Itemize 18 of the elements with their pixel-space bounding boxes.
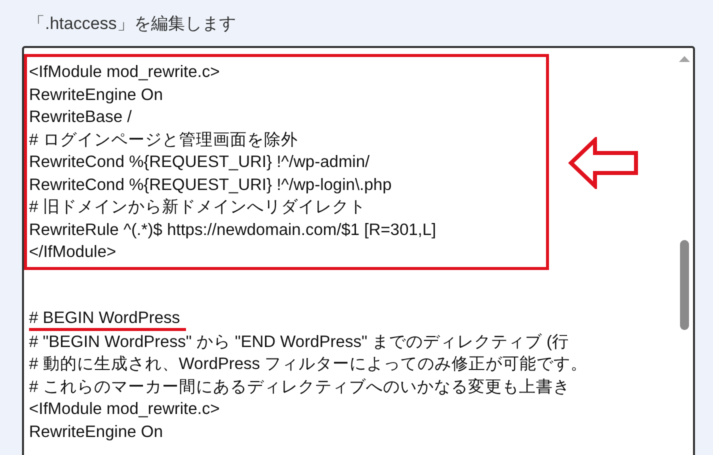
code-line: <IfModule mod_rewrite.c> <box>29 399 220 420</box>
code-editor[interactable] <box>22 46 695 455</box>
code-line: RewriteCond %{REQUEST_URI} !^/wp-admin/ <box>29 152 370 173</box>
code-line: RewriteBase / <box>29 107 132 128</box>
code-line: RewriteCond %{REQUEST_URI} !^/wp-login\.php <box>29 174 392 196</box>
editor-title: 「.htaccess」を編集します <box>28 13 236 35</box>
code-line: # ログインページと管理画面を除外 <box>29 130 298 150</box>
code-line: RewriteEngine On <box>29 422 163 442</box>
code-line: # 動的に生成され、WordPress フィルターによってのみ修正が可能です。 <box>29 354 588 375</box>
code-line: # 旧ドメインから新ドメインへリダイレクト <box>29 197 366 218</box>
code-line: <IfModule mod_rewrite.c> <box>29 62 220 83</box>
underlined-code-line: # BEGIN WordPress <box>29 308 186 330</box>
left-arrow-icon <box>568 137 640 189</box>
code-line: # "BEGIN WordPress" から "END WordPress" までのディレクティブ (行 <box>29 332 569 352</box>
code-line: RewriteRule ^(.*)$ https://newdomain.com/$1 [R=301,L] <box>29 220 436 240</box>
code-line: </IfModule> <box>29 242 116 263</box>
code-line: # これらのマーカー間にあるディレクティブへのいかなる変更も上書き <box>29 376 570 398</box>
code-line: RewriteEngine On <box>29 84 163 106</box>
